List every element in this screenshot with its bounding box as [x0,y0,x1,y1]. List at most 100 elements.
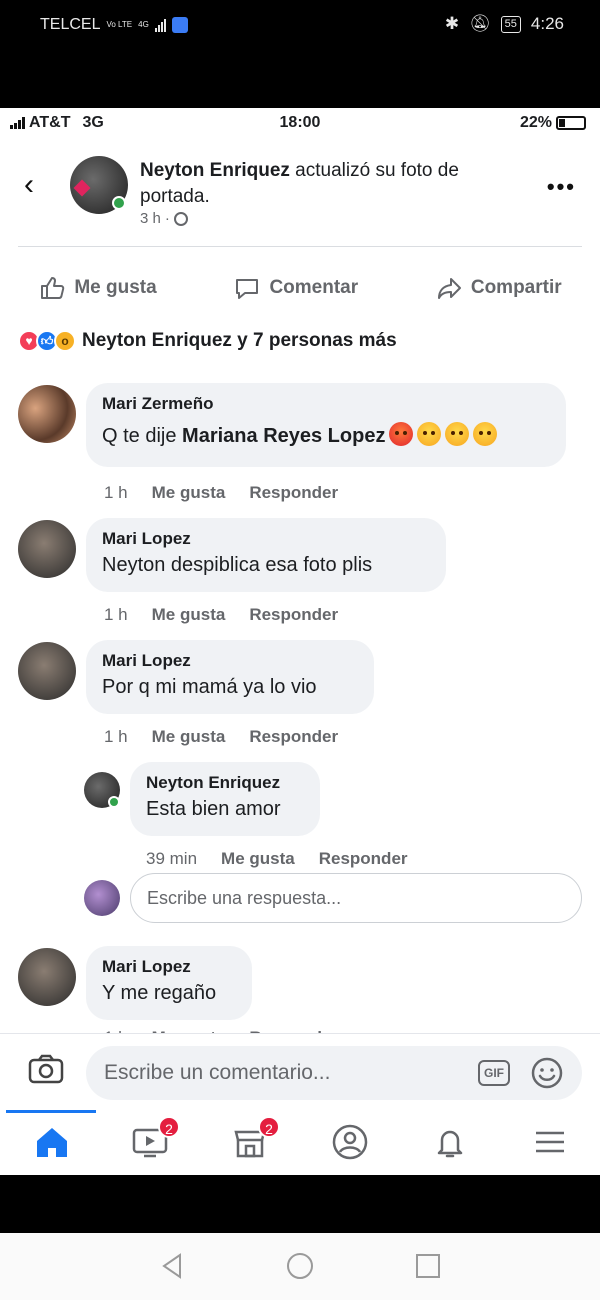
gif-button[interactable]: GIF [478,1060,510,1086]
comment-text: Q te dije Mariana Reyes Lopez [102,421,550,451]
author-avatar[interactable] [70,156,128,214]
carrier-name: TELCEL [40,16,101,33]
comment-bubble: Mari Lopez Por q mi mamá ya lo vio [86,640,374,714]
like-label: Me gusta [74,277,157,298]
camera-icon[interactable] [28,1054,64,1084]
comment-text: Neyton despiblica esa foto plis [102,554,373,576]
share-icon [437,278,461,299]
comment-bubble: Mari Lopez Neyton despiblica esa foto pl… [86,518,446,592]
reply-time[interactable]: 39 min [146,849,197,869]
comment-time[interactable]: 1 h [104,727,128,747]
heart-icon [73,179,91,197]
tab-marketplace[interactable]: 2 [230,1116,280,1162]
comment-bubble: Mari Zermeño Q te dije Mariana Reyes Lop… [86,383,566,467]
comment-text: Por q mi mamá ya lo vio [102,676,317,698]
tab-home[interactable] [32,1122,72,1162]
back-icon[interactable]: ‹ [24,170,48,200]
comment-label: Comentar [269,277,359,298]
mute-bell-icon: 🔕︎ [469,14,491,33]
comment-icon [236,279,259,299]
thumbs-up-icon [41,277,65,299]
post-actions: Me gusta Comentar Compartir [0,268,600,308]
commenter-avatar[interactable] [18,385,76,443]
angry-emoji-icon [473,422,498,446]
commenter-avatar[interactable] [18,642,76,700]
reply-input[interactable]: Escribe una respuesta... [130,873,582,923]
post-header: ‹ Neyton Enriquez actualizó su foto de p… [0,148,600,248]
divider [18,246,582,247]
post-age[interactable]: 3 h [140,210,161,227]
recents-square-icon[interactable] [413,1251,443,1281]
comment-time[interactable]: 1 h [104,483,128,503]
marketplace-badge: 2 [258,1116,280,1138]
network-type: 4G [138,20,149,29]
comment-bubble: Mari Lopez Y me regaño [86,946,252,1020]
ios-status-bar: AT&T 3G 18:00 22% [0,108,600,140]
android-navigation-bar [0,1175,600,1300]
online-status-icon [112,196,126,210]
reply-bubble: Neyton Enriquez Esta bien amor [130,762,320,836]
device-time: 4:26 [530,14,564,33]
post-author[interactable]: Neyton Enriquez [140,160,290,181]
tab-notifications[interactable] [430,1122,470,1162]
comment-like-button[interactable]: Me gusta [152,605,226,625]
home-circle-icon[interactable] [285,1251,315,1281]
commenter-name[interactable]: Mari Lopez [102,956,236,978]
share-label: Compartir [470,277,562,298]
like-button[interactable]: Me gusta [38,274,157,302]
tab-profile[interactable] [330,1122,370,1162]
tab-watch[interactable]: 2 [130,1116,180,1162]
share-button[interactable]: Compartir [435,274,562,302]
profile-icon [332,1124,368,1160]
reactions-summary[interactable]: ♥ 👍︎ o Neyton Enriquez y 7 personas más [18,330,397,352]
wow-icon: o [54,330,76,352]
commenter-name[interactable]: Mari Lopez [102,528,430,550]
reply-reply-button[interactable]: Responder [319,849,408,869]
ios-battery-percent: 22% [519,114,552,131]
comment-meta: 1 h Me gusta Responder [104,605,338,625]
comment-button[interactable]: Comentar [233,274,358,302]
reply-text: Esta bien amor [146,798,281,820]
comment-time[interactable]: 1 h [104,605,128,625]
commenter-avatar[interactable] [18,520,76,578]
comment-meta: 1 h Me gusta Responder [104,727,338,747]
comment-like-button[interactable]: Me gusta [152,483,226,503]
bell-icon [437,1130,463,1158]
commenter-name[interactable]: Mari Zermeño [102,393,550,415]
ios-battery: 22% [520,114,586,132]
comment-text: Y me regaño [102,982,217,1004]
comment-reply-button[interactable]: Responder [249,483,338,503]
android-nav-inner [0,1233,600,1300]
battery-indicator: 55 [500,15,521,33]
post-title: Neyton Enriquez actualizó su foto de por… [140,158,530,210]
comment-reply-button[interactable]: Responder [249,727,338,747]
shield-app-icon [171,17,188,33]
battery-icon [556,116,586,130]
back-triangle-icon[interactable] [158,1251,188,1281]
comment-reply-button[interactable]: Responder [249,605,338,625]
angry-emoji-icon [417,422,442,446]
emoji-icon[interactable] [530,1056,564,1090]
my-avatar [84,880,120,916]
reply-like-button[interactable]: Me gusta [221,849,295,869]
tab-menu[interactable] [530,1122,570,1162]
commenter-name[interactable]: Mari Lopez [102,650,358,672]
device-status-right: ✱ 🔕︎ 55 4:26 [445,14,564,34]
ios-time: 18:00 [279,114,321,131]
meta-dot: · [164,210,170,227]
volte-label: Vo LTE [106,20,133,29]
comment-mention[interactable]: Mariana Reyes Lopez [182,425,385,447]
menu-icon [536,1131,564,1153]
more-options-icon[interactable]: ••• [547,174,576,200]
watch-badge: 2 [158,1116,180,1138]
commenter-avatar[interactable] [18,948,76,1006]
comment-like-button[interactable]: Me gusta [152,727,226,747]
active-tab-indicator [6,1110,96,1113]
replier-name[interactable]: Neyton Enriquez [146,772,304,794]
replier-avatar[interactable] [84,772,120,808]
comment-text-body: Q te dije [102,425,183,447]
angry-emoji-icon [389,422,414,446]
reactions-text: Neyton Enriquez y 7 personas más [82,330,397,351]
online-status-icon [108,796,120,808]
facebook-screen: AT&T 3G 18:00 22% ‹ Neyton Enriquez actu… [0,108,600,1175]
